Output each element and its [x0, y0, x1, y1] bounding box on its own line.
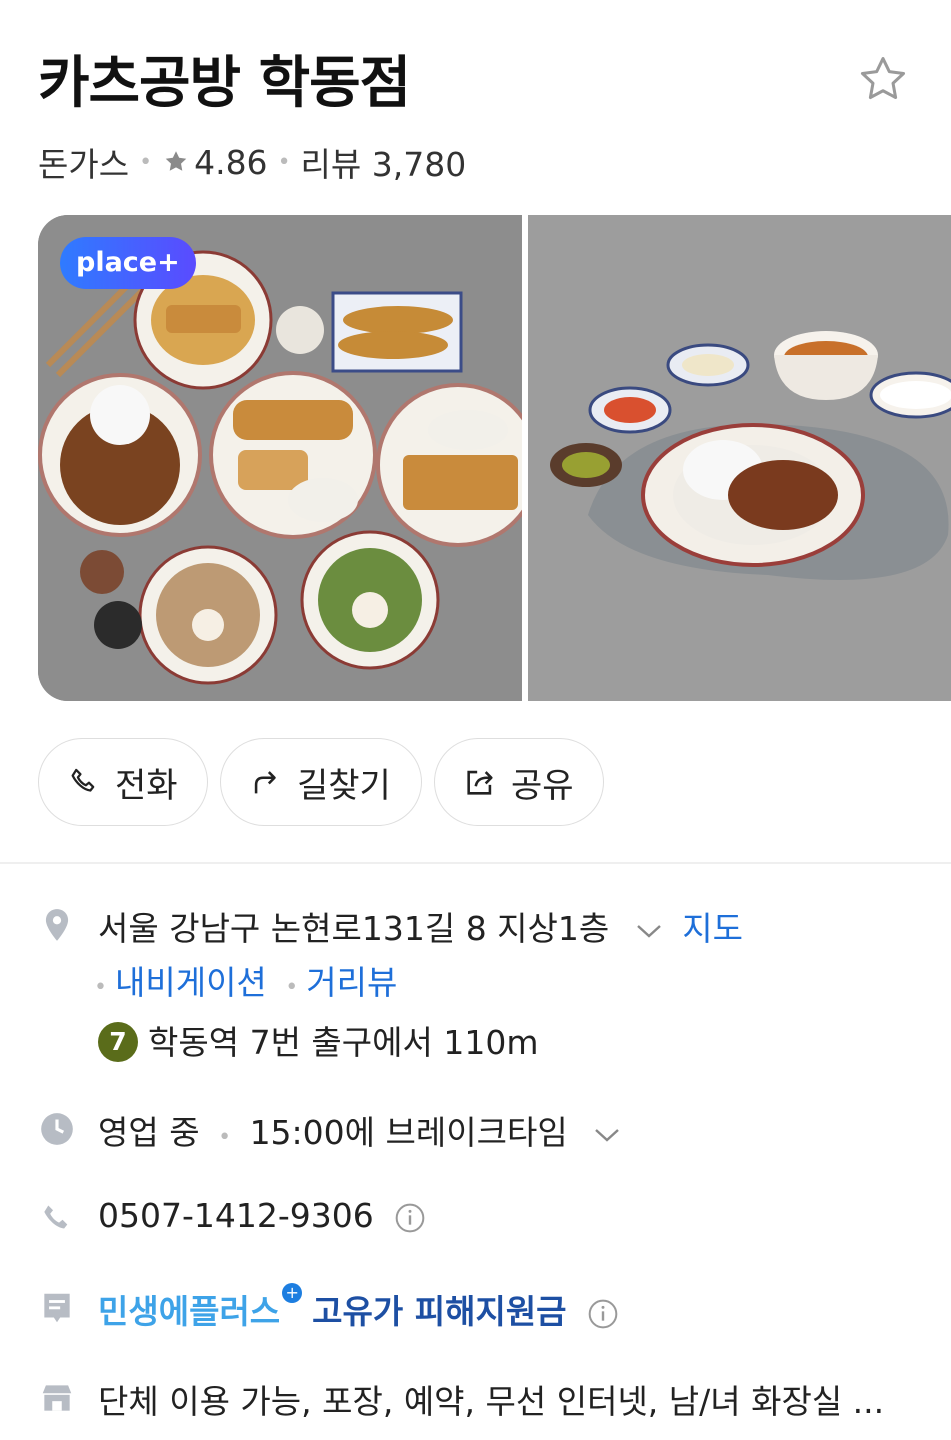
- category-label: 돈가스: [38, 145, 130, 184]
- curry-set-illustration: [528, 215, 951, 701]
- chevron-down-icon[interactable]: [592, 1125, 622, 1145]
- review-count-link[interactable]: 리뷰 3,780: [301, 138, 467, 186]
- address-text: 서울 강남구 논현로131길 8 지상1층: [98, 909, 610, 948]
- navigation-link[interactable]: 내비게이션: [115, 963, 267, 1002]
- directions-button[interactable]: 길찾기: [220, 738, 422, 826]
- promo-label-secondary: 고유가 피해지원금: [312, 1292, 567, 1331]
- call-label: 전화: [115, 765, 178, 806]
- clock-icon: [41, 1113, 73, 1145]
- rating-value: 4.86: [194, 142, 268, 182]
- phone-number[interactable]: 0507-1412-9306: [98, 1196, 374, 1235]
- amenities-text: 단체 이용 가능, 포장, 예약, 무선 인터넷, 남/녀 화장실 ...: [98, 1382, 885, 1421]
- hours-detail: 15:00에 브레이크타임: [249, 1113, 568, 1152]
- separator-dot: •: [94, 975, 107, 1000]
- share-icon: [467, 770, 493, 795]
- food-photo-2[interactable]: [528, 215, 951, 701]
- share-button[interactable]: 공유: [434, 738, 604, 826]
- plus-badge-icon: +: [282, 1283, 303, 1303]
- separator-dot: •: [277, 149, 291, 175]
- streetview-link[interactable]: 거리뷰: [306, 963, 397, 1002]
- action-bar: 전화 길찾기 공유: [38, 738, 604, 826]
- subway-directions: 학동역 7번 출구에서 110m: [148, 1023, 539, 1062]
- food-photo-1[interactable]: place+: [38, 215, 522, 701]
- phone-icon: [44, 1205, 68, 1229]
- directions-label: 길찾기: [297, 765, 391, 806]
- place-title: 카츠공방 학동점: [38, 51, 411, 116]
- notice-icon: [44, 1293, 70, 1323]
- info-icon[interactable]: [394, 1202, 426, 1234]
- place-meta: 돈가스 • 4.86 • 리뷰 3,780: [38, 138, 466, 186]
- promo-label-primary: 민생에플러스: [98, 1292, 281, 1331]
- open-status: 영업 중: [98, 1113, 200, 1152]
- place-header: 카츠공방 학동점: [38, 44, 911, 124]
- call-button[interactable]: 전화: [38, 738, 208, 826]
- section-divider: [0, 862, 951, 864]
- info-icon[interactable]: [587, 1298, 619, 1330]
- rating-star-icon: [165, 151, 187, 171]
- place-plus-badge: place+: [60, 237, 196, 289]
- share-label: 공유: [511, 765, 574, 806]
- separator-dot: •: [218, 1125, 232, 1150]
- store-icon: [42, 1385, 72, 1411]
- directions-icon: [254, 771, 276, 794]
- separator-dot: •: [285, 975, 299, 1000]
- phone-icon: [71, 768, 95, 792]
- subway-line-badge: 7: [98, 1021, 138, 1062]
- favorite-star-icon[interactable]: [855, 52, 911, 108]
- chevron-down-icon[interactable]: [634, 921, 664, 941]
- map-link[interactable]: 지도: [682, 909, 743, 948]
- location-pin-icon: [45, 909, 69, 941]
- separator-dot: •: [139, 149, 153, 175]
- photo-gallery[interactable]: place+: [38, 215, 951, 701]
